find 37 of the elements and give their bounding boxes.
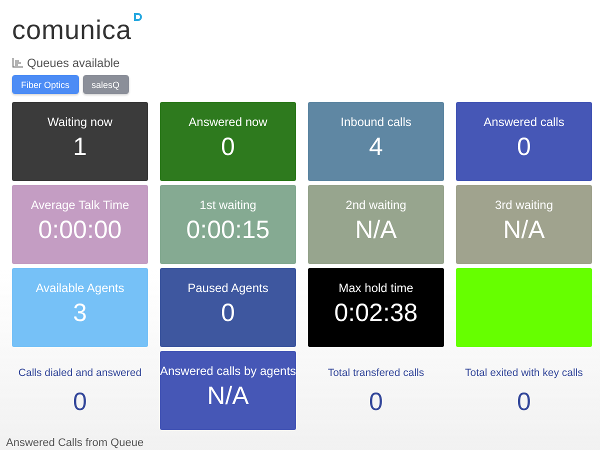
tile-value: N/A bbox=[355, 216, 397, 245]
tile-label: Answered now bbox=[188, 115, 268, 129]
logo-text: comunica bbox=[12, 15, 132, 46]
tile-value: 0:02:38 bbox=[334, 299, 418, 328]
tile-label: Total transfered calls bbox=[328, 366, 424, 379]
tile-label: Calls dialed and answered bbox=[18, 366, 142, 379]
tile-label: 3rd waiting bbox=[494, 198, 554, 212]
tile-label: Max hold time bbox=[338, 281, 414, 295]
tile-value: 0 bbox=[221, 133, 235, 162]
tile-label: Answered calls by agents bbox=[160, 364, 296, 378]
tile-value: 0:00:15 bbox=[186, 216, 270, 245]
tile-value: 0 bbox=[517, 388, 531, 417]
queue-button[interactable]: salesQ bbox=[82, 75, 129, 94]
tile-label: Average Talk Time bbox=[30, 198, 130, 212]
tile-value: 0:00:00 bbox=[38, 216, 122, 245]
section-title: Answered Calls from Queue bbox=[6, 437, 145, 449]
tile-label: Available Agents bbox=[36, 281, 124, 295]
tile-label: 1st waiting bbox=[200, 198, 256, 212]
tile-value: N/A bbox=[503, 216, 545, 245]
tile-label: Inbound calls bbox=[340, 115, 412, 129]
tile-value: 0 bbox=[517, 133, 531, 162]
logo-icon bbox=[132, 12, 143, 23]
chart-icon bbox=[12, 58, 23, 68]
queue-button[interactable]: Fiber Optics bbox=[12, 75, 79, 94]
tile-label: 2nd waiting bbox=[346, 198, 406, 212]
tile-value: N/A bbox=[207, 382, 249, 411]
tile-value: 0 bbox=[221, 299, 235, 328]
tile-label: Paused Agents bbox=[188, 281, 268, 295]
tile-value: 1 bbox=[73, 133, 87, 162]
tile-label: Waiting now bbox=[48, 115, 112, 129]
tile-value: 0 bbox=[73, 388, 87, 417]
tile-value: 0 bbox=[369, 388, 383, 417]
tile-value: 4 bbox=[369, 133, 383, 162]
tile-label: Total exited with key calls bbox=[465, 366, 583, 379]
tile-label: Answered calls bbox=[484, 115, 564, 129]
section-title: Queues available bbox=[27, 56, 120, 70]
tile-value: 3 bbox=[73, 299, 87, 328]
